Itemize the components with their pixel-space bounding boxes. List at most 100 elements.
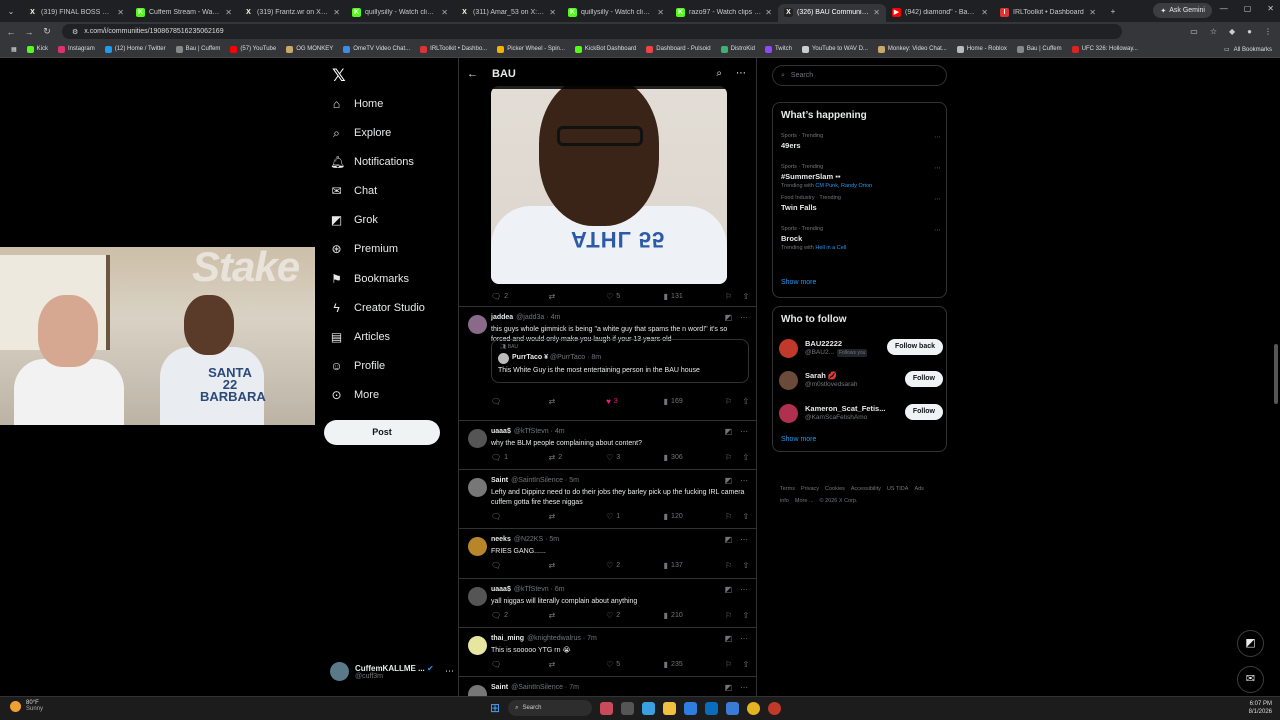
nav-item-profile[interactable]: ☺ Profile: [330, 356, 385, 376]
avatar[interactable]: [468, 636, 487, 655]
nav-item-articles[interactable]: ▤ Articles: [330, 327, 390, 347]
share-icon[interactable]: ⇧: [742, 660, 749, 669]
repost-button[interactable]: ⇄: [549, 611, 607, 620]
close-tab-icon[interactable]: ✕: [1089, 8, 1096, 17]
windows-start-icon[interactable]: ⊞: [490, 701, 500, 715]
trend-item[interactable]: Sports · Trending Brock Trending with Hell…: [781, 226, 941, 251]
more-icon[interactable]: ⋯: [934, 195, 941, 203]
obs-icon[interactable]: [768, 701, 782, 715]
nav-item-premium[interactable]: ⊛ Premium: [330, 239, 398, 259]
nav-item-chat[interactable]: ✉ Chat: [330, 181, 377, 201]
post-button[interactable]: Post: [324, 420, 440, 445]
repost-button[interactable]: ⇄: [549, 561, 607, 570]
avatar[interactable]: [468, 685, 487, 696]
more-icon[interactable]: ⋯: [740, 585, 748, 594]
follow-suggestion[interactable]: Kameron_Scat_Fetis... @KamScaFetishAmo Fol…: [779, 402, 943, 426]
views-button[interactable]: ▮ 210: [664, 611, 726, 620]
bookmark-item[interactable]: IRLToolkit • Dashbo...: [415, 45, 492, 53]
more-icon[interactable]: ⋯: [740, 683, 748, 692]
nav-item-grok[interactable]: ◩ Grok: [330, 210, 378, 230]
share-icon[interactable]: ⇧: [742, 561, 749, 570]
share-icon[interactable]: ⇧: [742, 611, 749, 620]
tweet[interactable]: jaddea @jadd3a · 4m ◩ ⋯ this guys whole gimm…: [459, 306, 756, 420]
bookmark-item[interactable]: Bau | Cuffem: [1012, 45, 1067, 53]
bookmark-item[interactable]: UFC 326: Holloway...: [1067, 45, 1143, 53]
copilot-icon[interactable]: [642, 701, 656, 715]
close-tab-icon[interactable]: ✕: [333, 8, 340, 17]
avatar[interactable]: [468, 315, 487, 334]
browser-tab[interactable]: X (319) Frantz.wr on X: "Sofia ✕: [238, 4, 346, 22]
close-tab-icon[interactable]: ✕: [117, 8, 124, 17]
weather-widget[interactable]: 80°F Sunny: [10, 700, 43, 712]
chrome-icon[interactable]: [747, 701, 761, 715]
extension-icon[interactable]: ◆: [1229, 27, 1235, 36]
like-button[interactable]: ♡ 3: [606, 453, 664, 462]
tweet-time[interactable]: 5m: [569, 477, 579, 484]
grok-icon[interactable]: ◩: [724, 683, 732, 692]
avatar[interactable]: [468, 537, 487, 556]
browser-tab[interactable]: I IRLToolkit • Dashboard ✕: [994, 4, 1102, 22]
follow-suggestion[interactable]: BAU22222 @BAU2... Follows you Follow back: [779, 337, 943, 361]
bookmark-item[interactable]: Dashboard - Pulsoid: [641, 45, 715, 53]
widgets-icon[interactable]: [621, 701, 635, 715]
taskbar-search[interactable]: ⌕ Search: [508, 700, 593, 716]
bookmark-icon[interactable]: ⚐: [725, 512, 732, 521]
share-icon[interactable]: ⇧: [742, 397, 749, 406]
more-icon[interactable]: ⋯: [740, 476, 748, 485]
bookmark-item[interactable]: (57) YouTube: [225, 45, 281, 53]
repost-button[interactable]: ⇄: [549, 512, 607, 521]
tweet[interactable]: uaaa$ @kTfStevn · 6m ◩ ⋯ yall niggas will li…: [459, 578, 756, 627]
tweet[interactable]: uaaa$ @kTfStevn · 4m ◩ ⋯ why the BLM people …: [459, 420, 756, 469]
forward-icon[interactable]: →: [22, 27, 36, 37]
like-button[interactable]: ♥ 3: [606, 397, 664, 406]
reply-button[interactable]: 🗨︎: [491, 561, 549, 570]
search-icon[interactable]: ⌕: [716, 68, 722, 79]
avatar[interactable]: [468, 587, 487, 606]
bookmark-item[interactable]: YouTube to WAV D...: [797, 45, 873, 53]
avatar[interactable]: [468, 429, 487, 448]
star-icon[interactable]: ☆: [1210, 27, 1217, 36]
close-tab-icon[interactable]: ✕: [657, 8, 664, 17]
grok-icon[interactable]: ◩: [724, 313, 732, 322]
bookmark-icon[interactable]: ⚐: [725, 611, 732, 620]
more-icon[interactable]: ⋯: [934, 133, 941, 141]
tweet[interactable]: thai_ming @knightedwalrus · 7m ◩ ⋯ This is s…: [459, 627, 756, 676]
tweet[interactable]: Saint @SaintInSilence · 7m ◩ ⋯: [459, 676, 756, 696]
bookmark-item[interactable]: Monkey: Video Chat...: [873, 45, 952, 53]
repost-button[interactable]: ⇄: [549, 397, 607, 406]
like-button[interactable]: ♡ 2: [606, 611, 664, 620]
bookmark-item[interactable]: OG MONKEY: [281, 45, 338, 53]
bookmark-item[interactable]: Instagram: [53, 45, 100, 53]
bookmark-item[interactable]: KickBot Dashboard: [570, 45, 641, 53]
avatar[interactable]: [779, 371, 798, 390]
trend-item[interactable]: Sports · Trending #SummerSlam ▪▪ Trending …: [781, 164, 941, 189]
footer-link[interactable]: Cookies: [825, 486, 845, 492]
views-button[interactable]: ▮ 169: [664, 397, 726, 406]
tweet-time[interactable]: 7m: [587, 635, 597, 642]
bookmark-item[interactable]: Bau | Cuffem: [171, 45, 226, 53]
repost-button[interactable]: ⇄ 2: [549, 453, 607, 462]
avatar[interactable]: [779, 404, 798, 423]
tweet-media-image[interactable]: ATHL 55: [491, 86, 727, 284]
install-icon[interactable]: ▭: [1190, 27, 1198, 36]
site-info-icon[interactable]: ⚙: [72, 28, 78, 36]
nav-item-home[interactable]: ⌂ Home: [330, 94, 383, 114]
share-icon[interactable]: ⇧: [742, 453, 749, 462]
show-more-link[interactable]: Show more: [781, 436, 816, 443]
close-tab-icon[interactable]: ✕: [873, 8, 880, 17]
reply-button[interactable]: 🗨︎: [491, 512, 549, 521]
browser-tab[interactable]: Krazo97 - Watch clips on Kic✕: [670, 4, 778, 22]
trend-context-link[interactable]: Hell in a Cell: [815, 245, 846, 251]
nav-item-notifications[interactable]: 🔔︎ Notifications: [330, 152, 414, 172]
bookmark-item[interactable]: Kick: [22, 45, 53, 53]
repost-button[interactable]: ⇄: [549, 292, 607, 301]
more-icon[interactable]: ⋯: [934, 226, 941, 234]
trend-item[interactable]: Food Industry · Trending Twin Falls ⋯: [781, 195, 941, 212]
bookmark-icon[interactable]: ⚐: [725, 397, 732, 406]
grok-icon[interactable]: ◩: [724, 535, 732, 544]
browser-tab[interactable]: X (311) Amar_53 on X: "https:✕: [454, 4, 562, 22]
bookmark-item[interactable]: OmeTV Video Chat...: [338, 45, 415, 53]
close-tab-icon[interactable]: ✕: [225, 8, 232, 17]
more-icon[interactable]: ⋯: [740, 535, 748, 544]
browser-tab[interactable]: ▶ (942) diamond" - Bada Bin ✕: [886, 4, 994, 22]
